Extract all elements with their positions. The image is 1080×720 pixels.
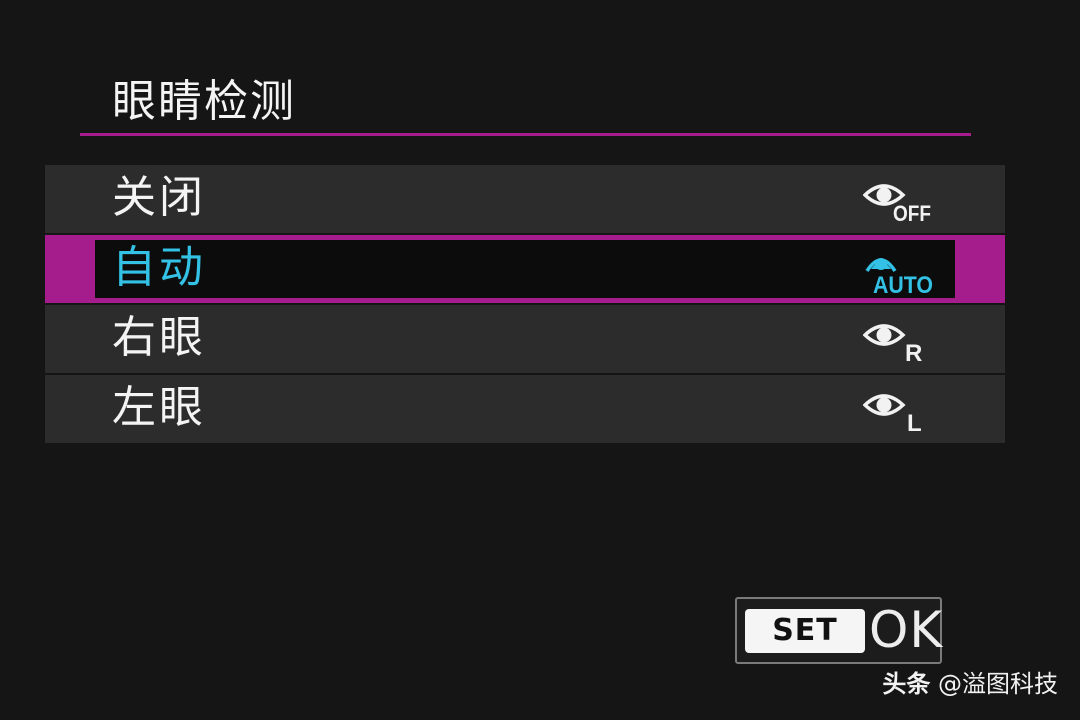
option-left-eye[interactable]: 左眼 L — [45, 375, 1005, 443]
camera-menu-screen: 眼睛检测 关闭 OFF 自动 AUTO 右眼 R 左眼 L SET OK 头条 … — [0, 0, 1080, 720]
eye-right-icon: R — [863, 315, 933, 365]
icon-badge-text: L — [907, 410, 922, 435]
title-divider — [80, 133, 971, 136]
eye-off-icon: OFF — [863, 175, 933, 225]
page-title: 眼睛检测 — [112, 76, 296, 127]
option-label: 右眼 — [112, 312, 206, 363]
watermark: 头条 @溢图科技 — [882, 666, 1058, 702]
eye-detection-options: 关闭 OFF 自动 AUTO 右眼 R 左眼 L — [45, 165, 1005, 445]
set-key-label: SET — [745, 609, 865, 653]
selection-highlight — [95, 240, 955, 298]
eye-auto-icon: AUTO — [863, 245, 933, 295]
watermark-handle: @溢图科技 — [938, 670, 1058, 698]
ok-label: OK — [869, 601, 944, 659]
watermark-brand: 头条 — [882, 670, 931, 698]
icon-badge-text: R — [905, 340, 922, 365]
option-off[interactable]: 关闭 OFF — [45, 165, 1005, 233]
icon-badge-text: AUTO — [873, 272, 933, 295]
option-label: 自动 — [112, 242, 206, 293]
option-auto[interactable]: 自动 AUTO — [45, 235, 1005, 303]
option-label: 关闭 — [112, 172, 206, 223]
option-label: 左眼 — [112, 382, 206, 433]
option-right-eye[interactable]: 右眼 R — [45, 305, 1005, 373]
eye-left-icon: L — [863, 385, 933, 435]
icon-badge-text: OFF — [893, 201, 931, 225]
set-ok-button[interactable]: SET OK — [735, 597, 942, 664]
